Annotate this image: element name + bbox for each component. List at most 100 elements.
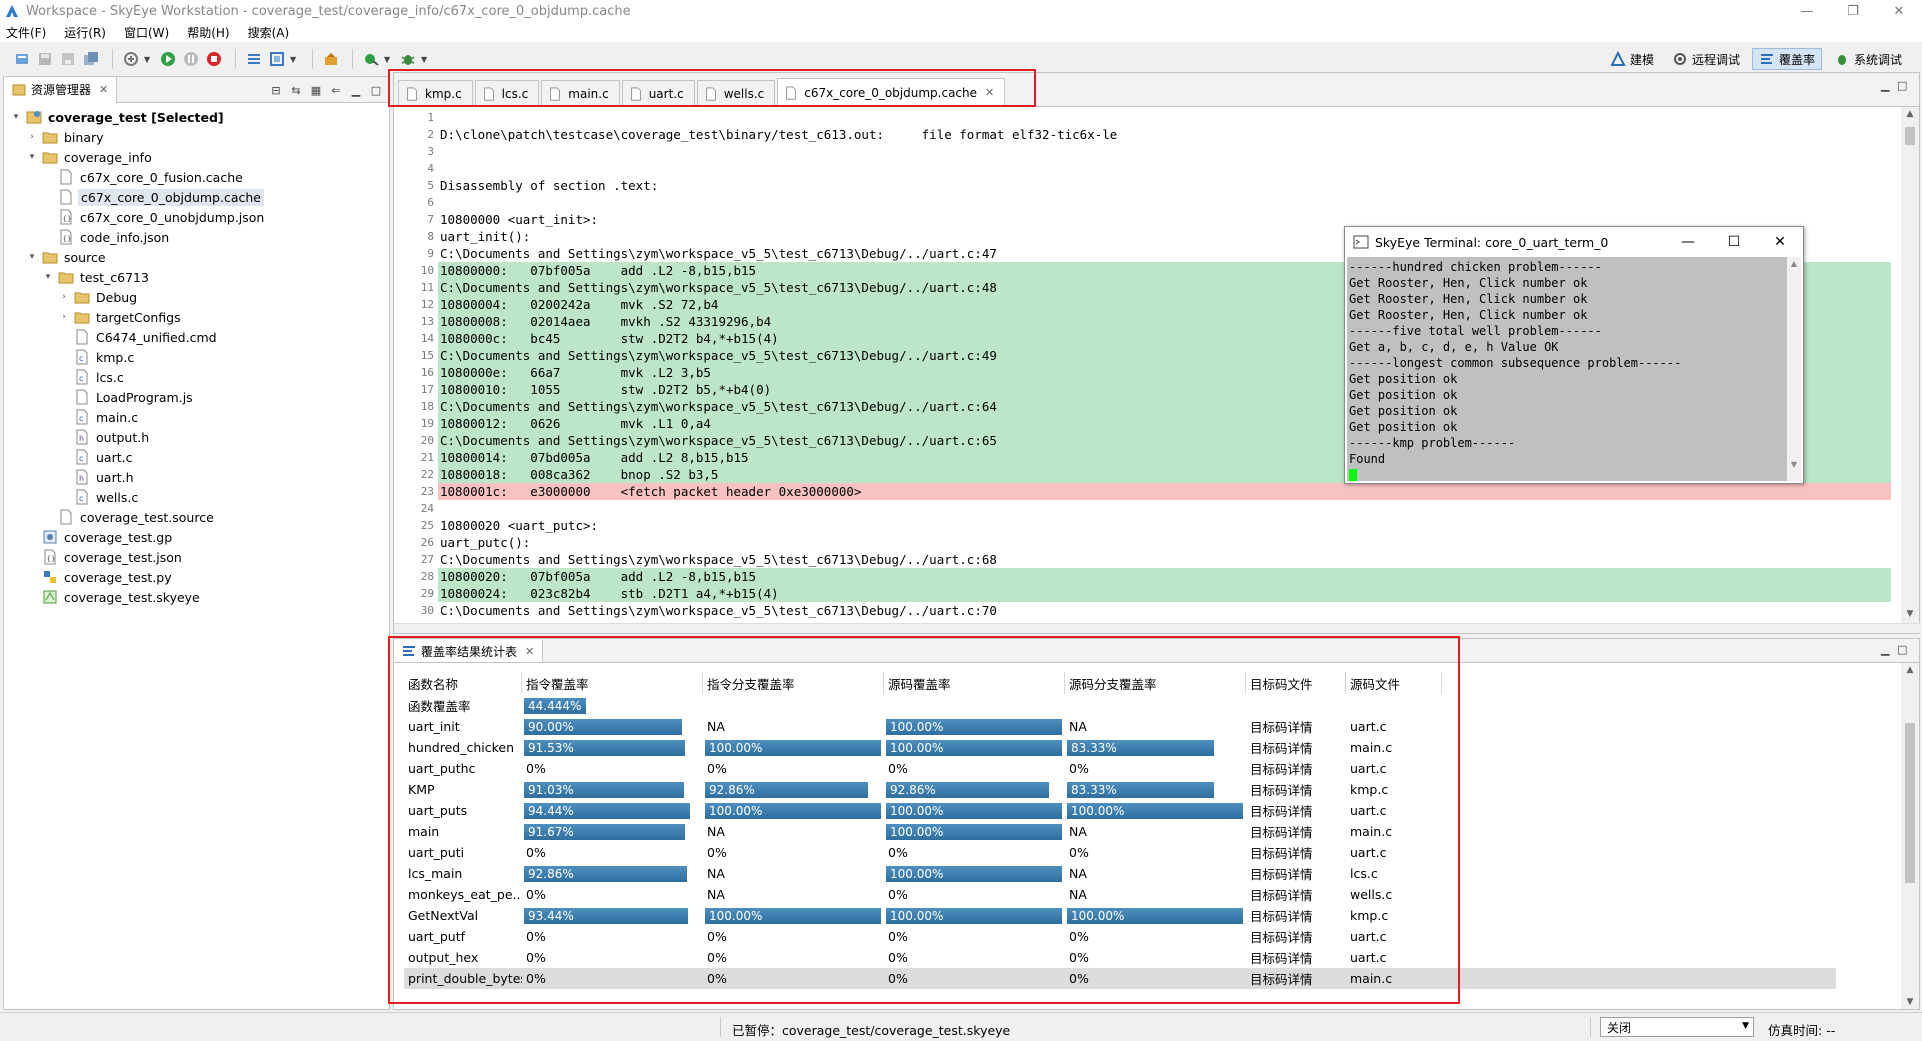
minimize-icon[interactable]: ▁ (1881, 643, 1897, 656)
column-header[interactable]: 源码分支覆盖率 (1065, 672, 1246, 694)
source-file[interactable]: main.c (1346, 821, 1442, 842)
chevron-down-icon[interactable]: ▼ (290, 55, 298, 64)
object-detail-link[interactable]: 目标码详情 (1246, 926, 1346, 947)
source-file[interactable]: lcs.c (1346, 863, 1442, 884)
table-row[interactable]: uart_putf 0% 0% 0% 0% 目标码详情 uart.c (404, 926, 1836, 947)
source-file[interactable]: uart.c (1346, 800, 1442, 821)
column-header[interactable]: 指令分支覆盖率 (703, 672, 884, 694)
tree-item[interactable]: {} c67x_core_0_unobjdump.json (4, 207, 389, 227)
tree-item[interactable]: c main.c (4, 407, 389, 427)
source-file[interactable]: uart.c (1346, 926, 1442, 947)
object-detail-link[interactable]: 目标码详情 (1246, 842, 1346, 863)
tree-item[interactable]: ▾ source (4, 247, 389, 267)
editor-tab[interactable]: lcs.c (474, 80, 540, 106)
tree-item[interactable]: › binary (4, 127, 389, 147)
menu-file[interactable]: 文件(F) (6, 24, 46, 41)
menu-help[interactable]: 帮助(H) (187, 24, 229, 41)
close-icon[interactable]: ✕ (985, 86, 994, 99)
twisty-icon[interactable]: › (26, 132, 38, 142)
editor-tab[interactable]: uart.c (621, 80, 695, 106)
editor-horizontal-scrollbar[interactable] (394, 623, 1921, 633)
maximize-icon[interactable]: □ (1897, 79, 1913, 92)
scroll-up-icon[interactable]: ▲ (1901, 665, 1919, 675)
table-row[interactable]: uart_puti 0% 0% 0% 0% 目标码详情 uart.c (404, 842, 1836, 863)
tree-item[interactable]: LoadProgram.js (4, 387, 389, 407)
chevron-down-icon[interactable]: ▼ (1742, 1021, 1749, 1031)
tree-item[interactable]: c67x_core_0_fusion.cache (4, 167, 389, 187)
source-file[interactable]: uart.c (1346, 947, 1442, 968)
twisty-icon[interactable]: › (58, 312, 70, 322)
table-row[interactable]: monkeys_eat_pe... 0% NA 0% NA 目标码详情 wells.c (404, 884, 1836, 905)
object-detail-link[interactable]: 目标码详情 (1246, 779, 1346, 800)
tab-coverage-results[interactable]: 覆盖率结果统计表 ✕ (394, 640, 544, 662)
column-header[interactable]: 目标码文件 (1246, 672, 1346, 694)
scroll-up-icon[interactable]: ▲ (1901, 109, 1919, 123)
perspective-remote-debug[interactable]: 远程调试 (1666, 48, 1746, 70)
object-detail-link[interactable]: 目标码详情 (1246, 968, 1346, 989)
scroll-down-icon[interactable]: ▼ (1901, 997, 1919, 1007)
object-detail-link[interactable]: 目标码详情 (1246, 947, 1346, 968)
table-row[interactable]: print_double_bytes 0% 0% 0% 0% 目标码详情 main.c (404, 968, 1836, 989)
close-button[interactable]: ✕ (1876, 0, 1922, 22)
tree-item[interactable]: ▾ coverage_test [Selected] (4, 107, 389, 127)
minimize-button[interactable]: — (1784, 0, 1830, 22)
column-header[interactable]: 函数名称 (404, 672, 522, 694)
save-icon[interactable] (35, 49, 55, 69)
source-file[interactable]: kmp.c (1346, 779, 1442, 800)
menu-window[interactable]: 窗口(W) (124, 24, 169, 41)
chevron-down-icon[interactable]: ▼ (421, 55, 429, 64)
object-detail-link[interactable]: 目标码详情 (1246, 884, 1346, 905)
twisty-icon[interactable]: ▾ (26, 252, 38, 262)
tree-item[interactable]: h uart.h (4, 467, 389, 487)
source-file[interactable]: uart.c (1346, 758, 1442, 779)
tree-item[interactable]: › targetConfigs (4, 307, 389, 327)
table-row[interactable]: main 91.67% NA 100.00% NA 目标码详情 main.c (404, 821, 1836, 842)
tree-item[interactable]: {} coverage_test.json (4, 547, 389, 567)
terminal-close-button[interactable]: ✕ (1757, 227, 1803, 257)
object-detail-link[interactable]: 目标码详情 (1246, 905, 1346, 926)
tree-item[interactable]: c kmp.c (4, 347, 389, 367)
tree-item[interactable]: c67x_core_0_objdump.cache (4, 187, 389, 207)
editor-tab[interactable]: main.c (541, 80, 620, 106)
tree-item[interactable]: ▾ coverage_info (4, 147, 389, 167)
column-header[interactable]: 源码覆盖率 (884, 672, 1065, 694)
scroll-thumb[interactable] (1905, 723, 1915, 883)
object-detail-link[interactable]: 目标码详情 (1246, 716, 1346, 737)
tree-item[interactable]: coverage_test.gp (4, 527, 389, 547)
terminal-scrollbar[interactable]: ▲ ▼ (1787, 257, 1801, 481)
chevron-down-icon[interactable]: ▼ (144, 55, 152, 64)
tools-icon[interactable] (321, 49, 341, 69)
stop-icon[interactable] (204, 49, 224, 69)
object-detail-link[interactable]: 目标码详情 (1246, 800, 1346, 821)
table-row[interactable]: GetNextVal 93.44% 100.00% 100.00% 100.00% 目标码… (404, 905, 1836, 926)
source-file[interactable]: kmp.c (1346, 905, 1442, 926)
tree-item[interactable]: {} code_info.json (4, 227, 389, 247)
table-row[interactable]: output_hex 0% 0% 0% 0% 目标码详情 uart.c (404, 947, 1836, 968)
object-detail-link[interactable]: 目标码详情 (1246, 737, 1346, 758)
perspective-system-debug[interactable]: 系统调试 (1828, 48, 1908, 70)
import-icon[interactable] (12, 49, 32, 69)
object-detail-link[interactable]: 目标码详情 (1246, 821, 1346, 842)
scroll-thumb[interactable] (1905, 127, 1915, 145)
source-file[interactable]: wells.c (1346, 884, 1442, 905)
coverage-scrollbar[interactable]: ▲ ▼ (1901, 663, 1919, 1009)
collapse-all-icon[interactable]: ⊟ (267, 81, 285, 99)
source-file[interactable]: main.c (1346, 737, 1442, 758)
minimize-icon[interactable]: ▁ (1881, 79, 1897, 92)
save-all-icon[interactable] (81, 49, 101, 69)
table-row[interactable]: uart_puts 94.44% 100.00% 100.00% 100.00% 目标码详… (404, 800, 1836, 821)
editor-tab[interactable]: kmp.c (398, 80, 473, 106)
menu-search[interactable]: 搜索(A) (248, 24, 290, 41)
twisty-icon[interactable]: ▾ (42, 272, 54, 282)
tab-resource-explorer[interactable]: 资源管理器 ✕ (4, 76, 118, 103)
menu-run[interactable]: 运行(R) (64, 24, 106, 41)
restore-button[interactable]: ❐ (1830, 0, 1876, 22)
maximize-icon[interactable]: □ (367, 81, 385, 99)
editor-tab[interactable]: wells.c (696, 80, 776, 106)
tree-item[interactable]: c uart.c (4, 447, 389, 467)
source-file[interactable]: uart.c (1346, 716, 1442, 737)
tree-item[interactable]: coverage_test.source (4, 507, 389, 527)
terminal-output[interactable]: ------hundred chicken problem------ Get R… (1347, 257, 1787, 481)
back-icon[interactable]: ⇐ (327, 81, 345, 99)
terminal-maximize-button[interactable]: ☐ (1711, 227, 1757, 257)
